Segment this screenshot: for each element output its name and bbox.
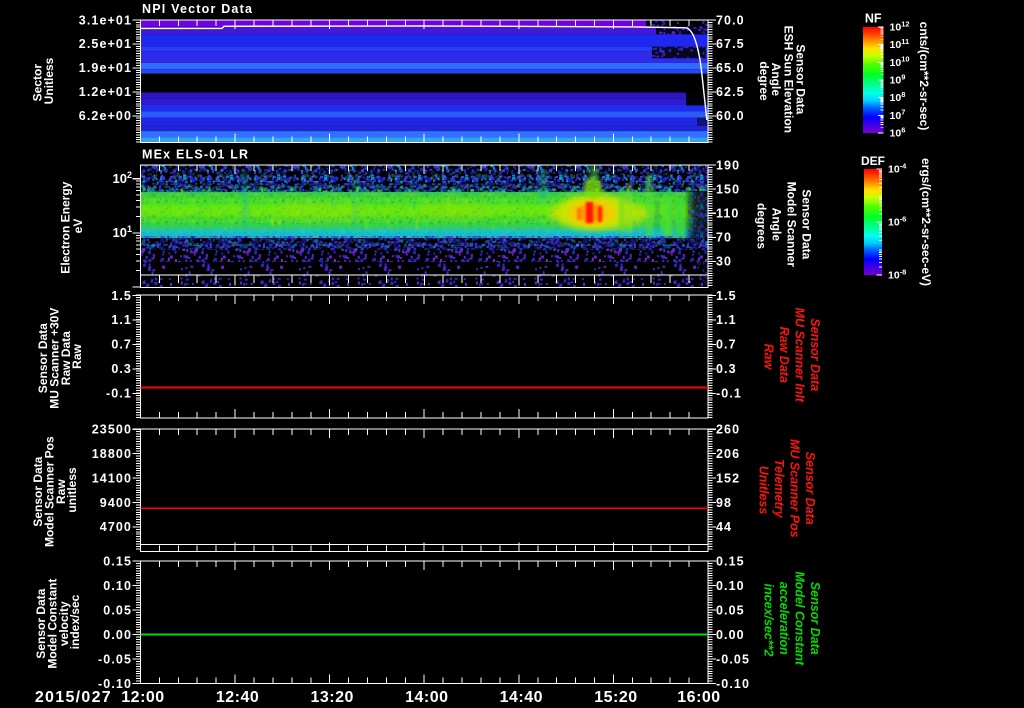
svg-text:30: 30	[716, 255, 732, 269]
svg-text:2015/027: 2015/027	[35, 689, 112, 706]
svg-text:-0.1: -0.1	[106, 387, 132, 401]
svg-text:0.05: 0.05	[103, 603, 132, 617]
svg-text:4700: 4700	[100, 520, 132, 534]
svg-text:15:20: 15:20	[594, 689, 637, 706]
svg-text:18800: 18800	[92, 447, 132, 461]
svg-text:60.0: 60.0	[716, 109, 745, 123]
svg-text:3.1e+01: 3.1e+01	[79, 13, 132, 27]
svg-text:110: 110	[716, 207, 739, 221]
svg-text:1.1: 1.1	[111, 313, 132, 327]
svg-text:0.10: 0.10	[716, 579, 745, 593]
svg-text:DEF: DEF	[861, 154, 885, 168]
svg-text:2.5e+01: 2.5e+01	[79, 37, 132, 51]
svg-text:65.0: 65.0	[716, 61, 745, 75]
svg-text:190: 190	[716, 158, 740, 172]
svg-text:13:20: 13:20	[310, 689, 353, 706]
svg-text:14:40: 14:40	[500, 689, 543, 706]
svg-text:0.00: 0.00	[103, 628, 132, 642]
svg-text:70.0: 70.0	[716, 13, 745, 27]
svg-text:0.7: 0.7	[111, 338, 132, 352]
svg-text:0.00: 0.00	[716, 628, 745, 642]
svg-text:67.5: 67.5	[716, 37, 745, 51]
svg-text:MEx ELS-01 LR: MEx ELS-01 LR	[142, 148, 249, 162]
svg-text:-0.1: -0.1	[716, 387, 742, 401]
svg-text:260: 260	[716, 423, 740, 437]
svg-text:9400: 9400	[100, 496, 132, 510]
svg-text:1.9e+01: 1.9e+01	[79, 61, 132, 75]
svg-text:6.2e+00: 6.2e+00	[79, 109, 132, 123]
svg-text:23500: 23500	[92, 423, 132, 437]
svg-text:1.5: 1.5	[111, 289, 132, 303]
svg-text:98: 98	[716, 496, 732, 510]
svg-text:70: 70	[716, 231, 732, 245]
svg-text:0.15: 0.15	[716, 554, 745, 568]
svg-text:NF: NF	[865, 12, 882, 26]
svg-text:cnts/(cm**2-sr-sec): cnts/(cm**2-sr-sec)	[917, 22, 931, 131]
svg-text:ergs/(cm**2-sr-sec-eV): ergs/(cm**2-sr-sec-eV)	[919, 158, 933, 286]
svg-text:NPI Vector Data: NPI Vector Data	[142, 2, 253, 16]
svg-text:206: 206	[716, 447, 740, 461]
svg-text:14100: 14100	[92, 471, 132, 485]
svg-text:0.3: 0.3	[716, 362, 737, 376]
svg-text:1.2e+01: 1.2e+01	[79, 85, 132, 99]
svg-text:Sector Unitless: Sector Unitless	[30, 57, 56, 104]
svg-text:1.5: 1.5	[716, 289, 737, 303]
svg-text:-0.05: -0.05	[716, 652, 750, 666]
svg-text:150: 150	[716, 182, 740, 196]
svg-text:14:00: 14:00	[405, 689, 448, 706]
svg-text:0.3: 0.3	[111, 362, 132, 376]
svg-text:0.7: 0.7	[716, 338, 737, 352]
svg-text:152: 152	[716, 471, 740, 485]
svg-text:62.5: 62.5	[716, 85, 745, 99]
svg-text:12:00: 12:00	[121, 689, 164, 706]
svg-text:1.1: 1.1	[716, 313, 737, 327]
svg-text:44: 44	[716, 520, 732, 534]
svg-text:-0.05: -0.05	[98, 652, 132, 666]
svg-text:-0.10: -0.10	[716, 677, 750, 691]
svg-text:0.15: 0.15	[103, 554, 132, 568]
svg-text:0.05: 0.05	[716, 603, 745, 617]
svg-text:0.10: 0.10	[103, 579, 132, 593]
svg-text:12:40: 12:40	[216, 689, 259, 706]
svg-text:16:00: 16:00	[677, 689, 720, 706]
svg-text:Sensor Data Model Constant acc: Sensor Data Model Constant acceleration …	[761, 571, 822, 668]
